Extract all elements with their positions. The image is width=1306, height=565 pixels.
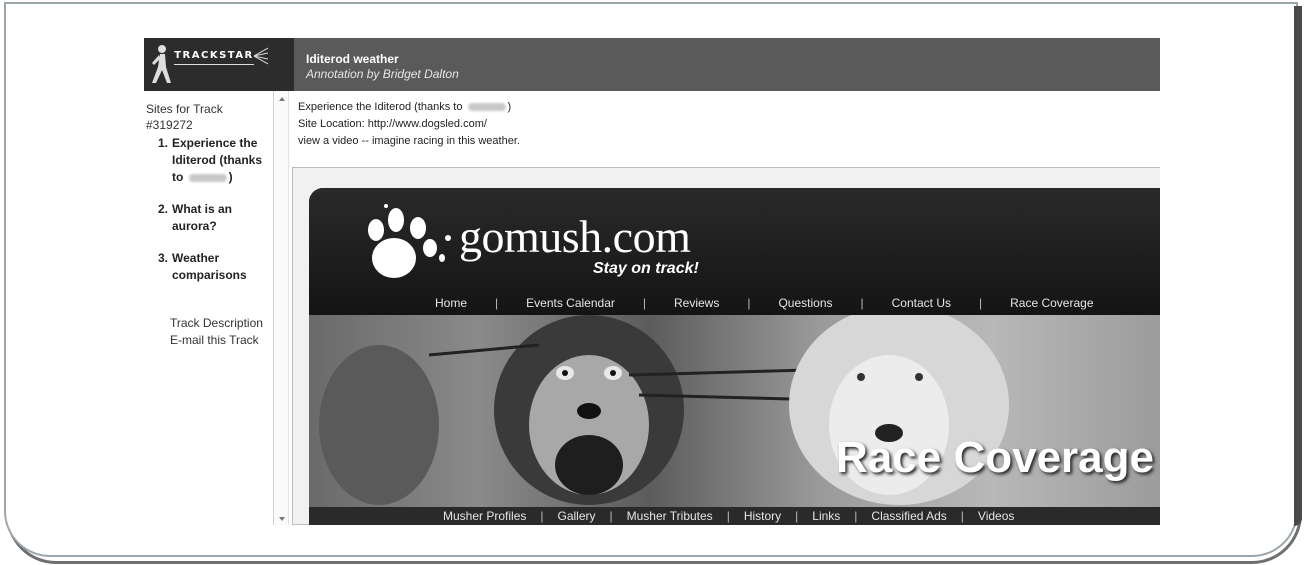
nav-links[interactable]: Links — [812, 507, 840, 525]
track-description-link[interactable]: Track Description — [170, 315, 263, 332]
gomush-header: gomush.com Stay on track! Home | Events … — [309, 188, 1160, 315]
nav-separator: | — [609, 509, 613, 523]
trackstar-logo[interactable]: TRACKSTAR — [144, 38, 294, 91]
sidebar-heading-line1: Sites for Track — [146, 102, 223, 116]
trackstar-screenshot: TRACKSTAR Iditerod weather Annotation by… — [144, 38, 1160, 525]
site-link-label[interactable]: Experience the Iditerod (thanks to ) — [172, 135, 274, 186]
gomush-brand[interactable]: gomush.com — [459, 210, 691, 263]
nav-gallery[interactable]: Gallery — [558, 507, 596, 525]
nav-separator: | — [960, 509, 964, 523]
site-link-label[interactable]: What is an aurora? — [172, 201, 274, 235]
nav-separator: | — [978, 296, 983, 310]
nav-separator: | — [642, 296, 646, 310]
email-track-link[interactable]: E-mail this Track — [170, 332, 263, 349]
scroll-down-icon[interactable] — [279, 517, 285, 521]
sidebar-heading-line2: #319272 — [146, 118, 193, 132]
track-annotation: Annotation by Bridget Dalton — [306, 67, 459, 81]
site-list-item-1[interactable]: 1. Experience the Iditerod (thanks to ) — [158, 135, 274, 186]
nav-classified-ads[interactable]: Classified Ads — [871, 507, 946, 525]
nav-events-calendar[interactable]: Events Calendar — [526, 296, 615, 314]
gomush-top-nav: Home | Events Calendar | Reviews | Quest… — [309, 296, 1160, 314]
nav-questions[interactable]: Questions — [778, 296, 832, 314]
star-rays-icon — [254, 47, 268, 65]
nav-race-coverage[interactable]: Race Coverage — [1010, 296, 1093, 314]
redacted-name — [188, 173, 227, 182]
nav-separator: | — [495, 296, 499, 310]
runner-figure-icon — [152, 45, 171, 83]
sidebar-scrollbar[interactable] — [275, 91, 289, 525]
track-sidebar: Sites for Track #319272 1. Experience th… — [144, 91, 274, 525]
nav-videos[interactable]: Videos — [978, 507, 1014, 525]
site-location: Site Location: http://www.dogsled.com/ — [298, 118, 487, 130]
site-info: Experience the Iditerod (thanks to ) Sit… — [298, 99, 520, 150]
nav-reviews[interactable]: Reviews — [674, 296, 719, 314]
nav-history[interactable]: History — [744, 507, 781, 525]
nav-separator: | — [854, 509, 858, 523]
site-number: 3. — [158, 251, 169, 265]
nav-home[interactable]: Home — [435, 296, 467, 314]
nav-separator: | — [540, 509, 544, 523]
nav-separator: | — [860, 296, 864, 310]
sled-dogs-photo: Race Coverage — [309, 315, 1160, 507]
paw-print-icon — [368, 204, 451, 278]
gomush-tagline: Stay on track! — [593, 260, 699, 277]
trackstar-header: TRACKSTAR Iditerod weather Annotation by… — [144, 38, 1160, 91]
sidebar-heading: Sites for Track #319272 — [146, 101, 223, 133]
nav-musher-profiles[interactable]: Musher Profiles — [443, 507, 526, 525]
nav-contact-us[interactable]: Contact Us — [892, 296, 951, 314]
site-list: 1. Experience the Iditerod (thanks to ) … — [158, 135, 274, 299]
site-annotation: view a video -- imagine racing in this w… — [298, 135, 520, 147]
nav-separator: | — [747, 296, 751, 310]
sidebar-links: Track Description E-mail this Track — [170, 315, 263, 349]
scroll-up-icon[interactable] — [279, 97, 285, 101]
logo-text: TRACKSTAR — [174, 49, 254, 65]
race-coverage-hero-text: Race Coverage — [836, 433, 1154, 482]
gomush-bottom-nav: Musher Profiles | Gallery | Musher Tribu… — [309, 507, 1160, 525]
gomush-website: gomush.com Stay on track! Home | Events … — [309, 188, 1160, 525]
nav-separator: | — [726, 509, 730, 523]
nav-musher-tributes[interactable]: Musher Tributes — [627, 507, 713, 525]
site-list-item-2[interactable]: 2. What is an aurora? — [158, 201, 274, 235]
track-title: Iditerod weather — [306, 52, 399, 66]
nav-separator: | — [795, 509, 799, 523]
frame-right-band — [1294, 6, 1302, 526]
site-number: 1. — [158, 136, 169, 150]
site-number: 2. — [158, 202, 169, 216]
site-link-label[interactable]: Weather comparisons — [172, 250, 274, 284]
site-title-line: Experience the Iditerod (thanks to ) — [298, 101, 512, 113]
site-list-item-3[interactable]: 3. Weather comparisons — [158, 250, 274, 284]
redacted-name — [467, 103, 506, 112]
